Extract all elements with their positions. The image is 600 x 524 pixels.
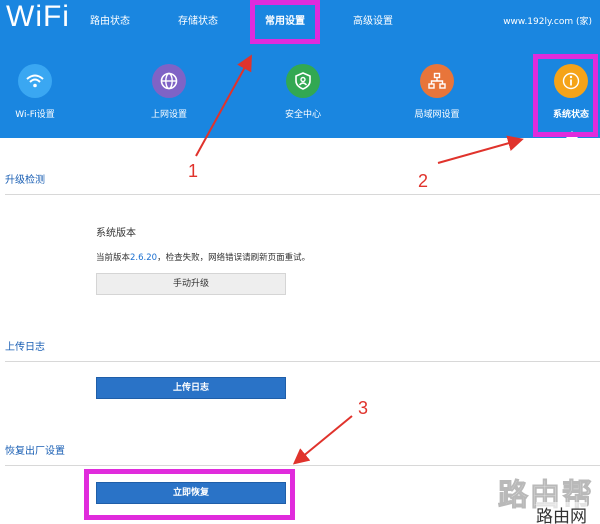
arrow-3 <box>292 415 353 465</box>
tile-wifi-label: Wi-Fi设置 <box>15 110 55 120</box>
divider <box>5 465 600 466</box>
divider <box>5 361 600 362</box>
restore-now-button[interactable]: 立即恢复 <box>96 482 286 504</box>
upgrade-status-text: 当前版本2.6.20，检查失败，网络错误请刷新页面重试。 <box>96 253 311 263</box>
version-number: 2.6.20 <box>130 253 158 263</box>
tile-lan-label: 局域网设置 <box>414 110 460 120</box>
tile-security-center[interactable]: 安全中心 <box>258 64 348 120</box>
globe-icon <box>152 64 186 98</box>
highlight-common-settings <box>250 0 320 44</box>
tile-security-label: 安全中心 <box>284 110 321 120</box>
manual-upgrade-button[interactable]: 手动升级 <box>96 273 286 295</box>
upload-log-button[interactable]: 上传日志 <box>96 377 286 399</box>
annotation-number-3: 3 <box>358 398 369 418</box>
section-title-reset: 恢复出厂设置 <box>5 446 65 457</box>
section-title-upgrade: 升级检测 <box>5 175 45 186</box>
shield-icon <box>286 64 320 98</box>
divider <box>5 194 600 195</box>
tile-wifi-settings[interactable]: Wi-Fi设置 <box>0 64 80 120</box>
network-icon <box>420 64 454 98</box>
tile-internet-label: 上网设置 <box>150 110 187 120</box>
system-version-label: 系统版本 <box>96 228 136 239</box>
tile-internet-settings[interactable]: 上网设置 <box>124 64 214 120</box>
tab-router-status[interactable]: 路由状态 <box>90 12 130 27</box>
wifi-icon <box>18 64 52 98</box>
tab-advanced-settings[interactable]: 高级设置 <box>353 12 393 27</box>
brand-logo: WiFi <box>6 0 70 33</box>
tile-lan-settings[interactable]: 局域网设置 <box>392 64 482 120</box>
highlight-system-status <box>533 54 598 137</box>
arrow-2 <box>437 135 524 164</box>
tab-storage-status[interactable]: 存储状态 <box>178 12 218 27</box>
watermark-text: 路由网 <box>536 502 587 524</box>
site-watermark-text: www.192ly.com (家) <box>503 17 592 27</box>
annotation-number-1: 1 <box>188 161 199 181</box>
annotation-number-2: 2 <box>418 171 429 191</box>
section-title-log: 上传日志 <box>5 342 45 353</box>
